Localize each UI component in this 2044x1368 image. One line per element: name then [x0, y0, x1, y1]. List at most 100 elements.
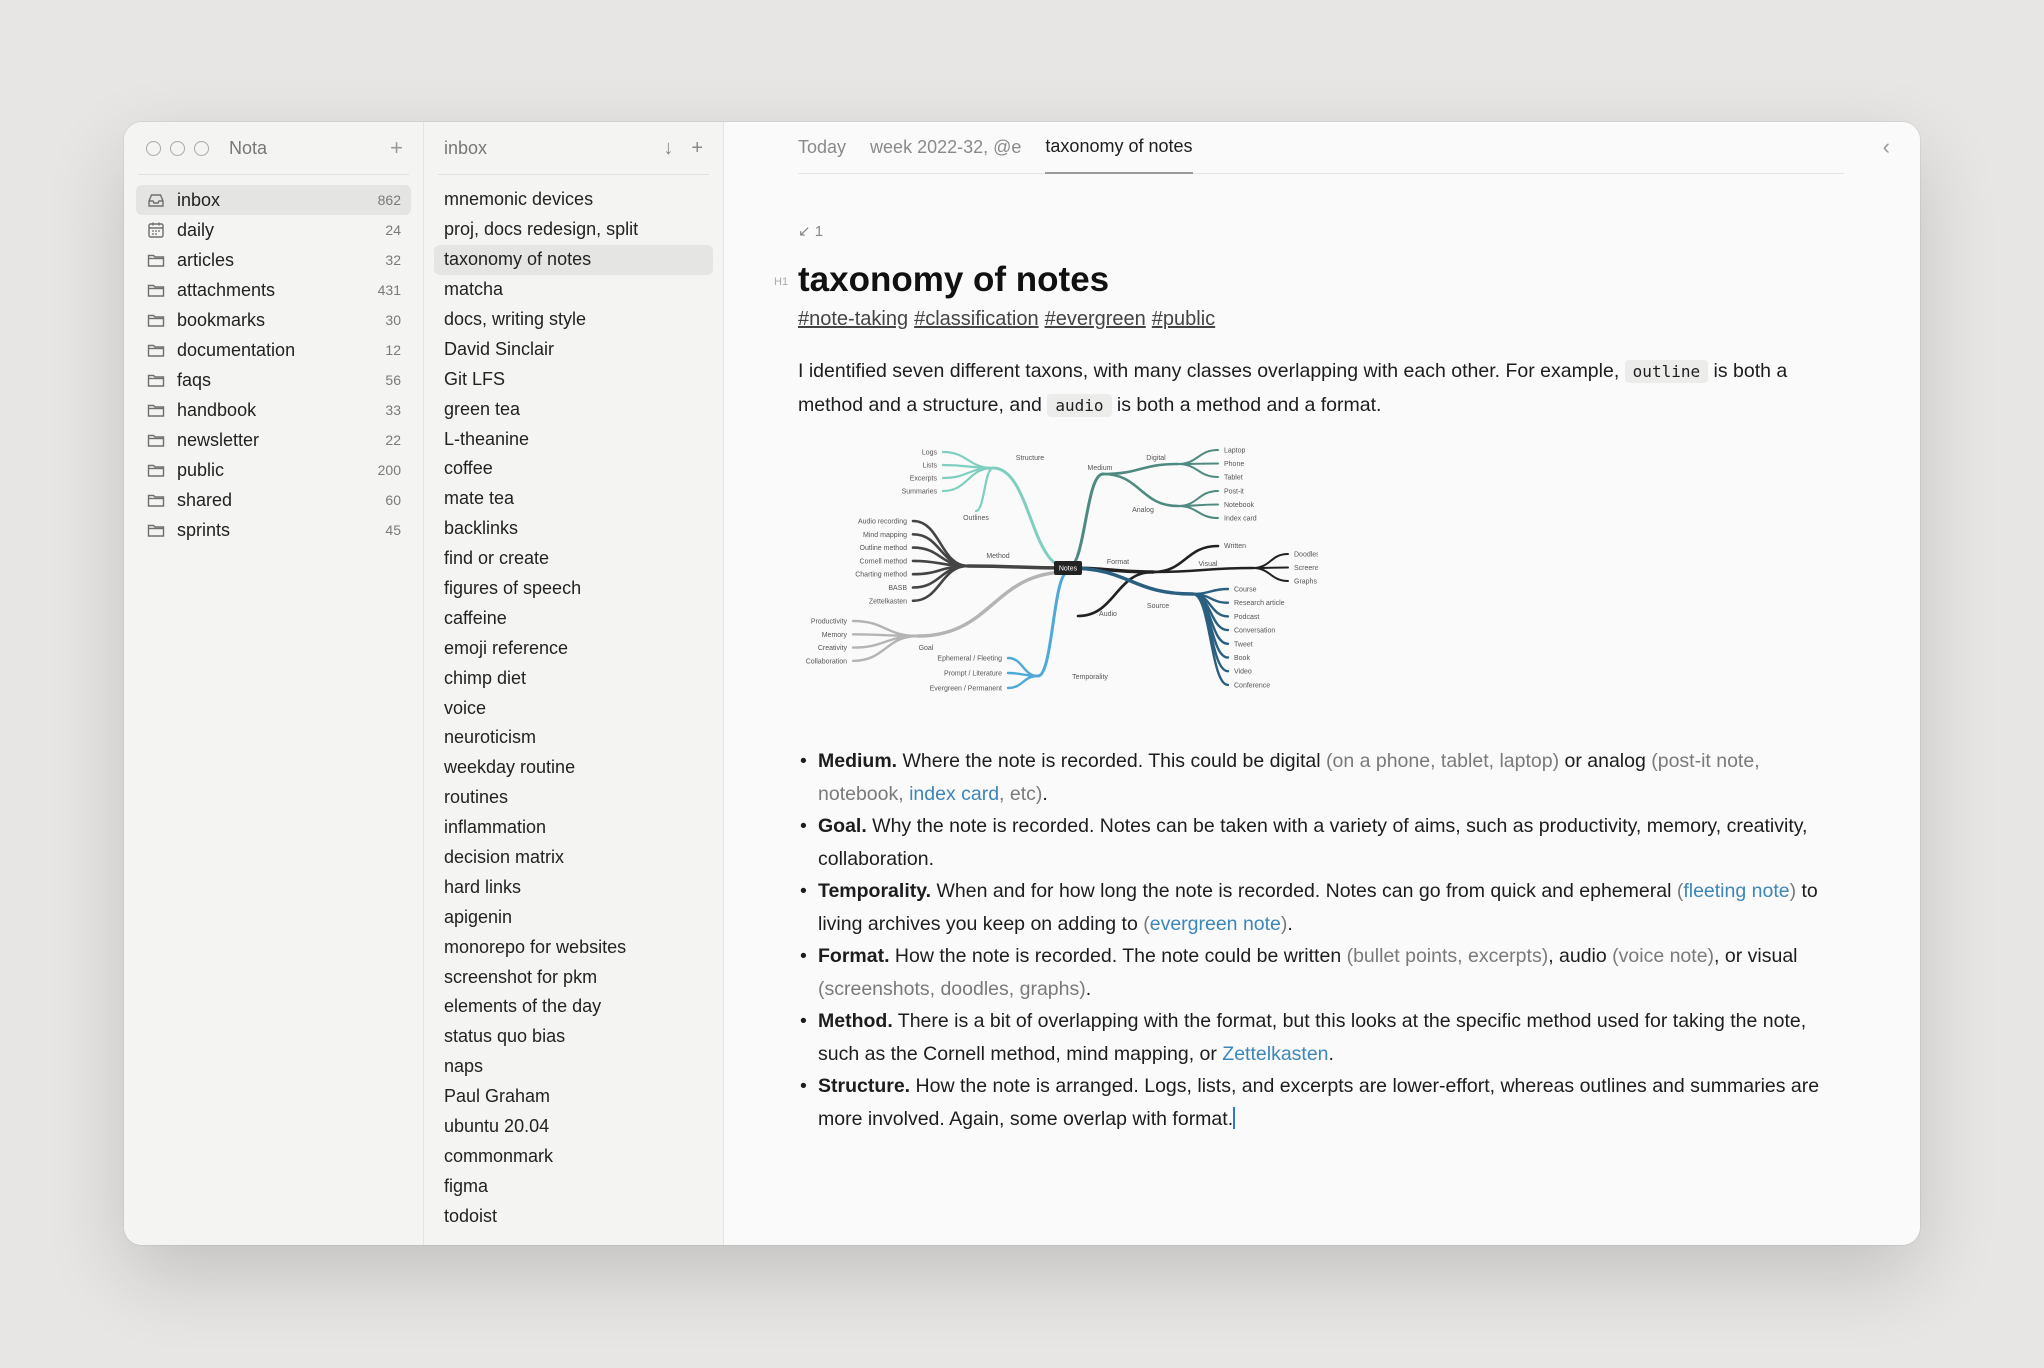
note-list-item[interactable]: monorepo for websites	[434, 932, 713, 962]
sidebar-item-label: sprints	[177, 519, 231, 540]
chevron-left-icon[interactable]: ‹	[1883, 134, 1890, 160]
note-list-item[interactable]: routines	[434, 783, 713, 813]
mindmap-node-label: Visual	[1199, 561, 1218, 568]
sidebar-item-attachments[interactable]: attachments 431	[136, 275, 411, 305]
tab-week-2022-32-e[interactable]: week 2022-32, @e	[870, 122, 1021, 174]
tag-link[interactable]: #evergreen	[1045, 308, 1146, 330]
folder-icon	[146, 280, 177, 300]
add-note-button[interactable]: +	[691, 137, 703, 160]
note-list-item[interactable]: voice	[434, 693, 713, 723]
tab-today[interactable]: Today	[798, 122, 846, 174]
tag-link[interactable]: #classification	[914, 308, 1039, 330]
minimize-window-button[interactable]	[170, 140, 185, 156]
add-folder-button[interactable]: +	[390, 137, 403, 159]
sidebar-item-handbook[interactable]: handbook 33	[136, 395, 411, 425]
mindmap-branch	[851, 634, 920, 663]
note-list-item[interactable]: ubuntu 20.04	[434, 1112, 713, 1142]
sidebar-item-inbox[interactable]: inbox 862	[136, 185, 411, 215]
note-list-item[interactable]: apigenin	[434, 902, 713, 932]
mindmap-leaf-label: Audio recording	[858, 519, 907, 526]
note-list-item[interactable]: screenshot for pkm	[434, 962, 713, 992]
note-list-item[interactable]: green tea	[434, 394, 713, 424]
note-list-item[interactable]: backlinks	[434, 514, 713, 544]
taxonomy-bullet-list: Medium. Where the note is recorded. This…	[798, 745, 1848, 1135]
note-list-item[interactable]: mnemonic devices	[434, 185, 713, 215]
sidebar-item-daily[interactable]: daily 24	[136, 215, 411, 245]
muted-text: (screenshots, doodles, graphs)	[818, 977, 1086, 1000]
note-list-item[interactable]: figma	[434, 1171, 713, 1201]
mindmap-leaf-label: Graphs	[1294, 579, 1317, 586]
note-list-item[interactable]: Paul Graham	[434, 1082, 713, 1112]
note-list-item[interactable]: inflammation	[434, 813, 713, 843]
note-list-item[interactable]: taxonomy of notes	[434, 244, 713, 275]
note-list-item[interactable]: status quo bias	[434, 1022, 713, 1052]
folder-list: inbox 862 daily 24 articles 32 attachments 431 b…	[124, 175, 423, 555]
sidebar-item-label: faqs	[177, 369, 212, 390]
wiki-link[interactable]: fleeting note	[1683, 880, 1789, 902]
wiki-link[interactable]: index card	[909, 783, 999, 805]
sidebar-item-sprints[interactable]: sprints 45	[136, 515, 411, 545]
note-list-item[interactable]: L-theanine	[434, 424, 713, 454]
note-list-item[interactable]: weekday routine	[434, 753, 713, 783]
note-list-item[interactable]: find or create	[434, 544, 713, 574]
note-list-item[interactable]: mate tea	[434, 484, 713, 514]
sidebar-item-faqs[interactable]: faqs 56	[136, 365, 411, 395]
inline-code-audio: audio	[1047, 393, 1112, 417]
tag-link[interactable]: #public	[1152, 308, 1215, 330]
tag-list: #note-taking #classification #evergreen #pu…	[798, 308, 1848, 331]
mindmap-leaf-label: Productivity	[811, 619, 848, 626]
bullet-term: Method.	[818, 1010, 893, 1032]
bullet-text: Where the note is recorded. This could b…	[897, 750, 1326, 772]
mindmap-leaf-label: Outline method	[860, 545, 908, 552]
sort-down-icon[interactable]: ↓	[663, 137, 673, 160]
backlinks-count[interactable]: ↙ 1	[798, 222, 1848, 244]
note-list-item[interactable]: naps	[434, 1052, 713, 1082]
note-content[interactable]: ↙ 1 H1 taxonomy of notes #note-taking #cl…	[774, 222, 1848, 1135]
note-list-item[interactable]: todoist	[434, 1201, 713, 1231]
bullet-item: Goal. Why the note is recorded. Notes ca…	[800, 810, 1848, 875]
note-list-item[interactable]: figures of speech	[434, 574, 713, 604]
note-list-item[interactable]: decision matrix	[434, 843, 713, 873]
mindmap-node-label: Medium	[1088, 465, 1113, 472]
mindmap-leaf-label: Creativity	[818, 645, 848, 652]
note-list-item[interactable]: caffeine	[434, 603, 713, 633]
note-list-item[interactable]: docs, writing style	[434, 305, 713, 335]
note-list-item[interactable]: proj, docs redesign, split	[434, 215, 713, 245]
sidebar-item-shared[interactable]: shared 60	[136, 485, 411, 515]
sidebar-item-documentation[interactable]: documentation 12	[136, 335, 411, 365]
note-list-item[interactable]: elements of the day	[434, 992, 713, 1022]
intro-paragraph[interactable]: I identified seven different taxons, wit…	[798, 355, 1848, 422]
bullet-term: Temporality.	[818, 880, 932, 902]
tag-link[interactable]: #note-taking	[798, 308, 908, 330]
wiki-link[interactable]: Zettelkasten	[1222, 1043, 1328, 1065]
wiki-link[interactable]: evergreen note	[1150, 913, 1281, 935]
mindmap-leaf-label: Outlines	[963, 515, 989, 522]
note-list-item[interactable]: David Sinclair	[434, 334, 713, 364]
note-list-item[interactable]: chimp diet	[434, 663, 713, 693]
note-list-item[interactable]: neuroticism	[434, 723, 713, 753]
mindmap-leaf-label: Conversation	[1234, 628, 1275, 635]
mindmap-leaf-label: Collaboration	[806, 658, 847, 665]
zoom-window-button[interactable]	[194, 140, 209, 156]
note-list-item[interactable]: emoji reference	[434, 633, 713, 663]
mindmap-branch	[1006, 674, 1040, 690]
note-list-item[interactable]: Git LFS	[434, 364, 713, 394]
mindmap-branch-audio	[1076, 570, 1155, 618]
note-title[interactable]: taxonomy of notes	[798, 254, 1848, 306]
sidebar-item-articles[interactable]: articles 32	[136, 245, 411, 275]
intro-text-3: is both a method and a format.	[1111, 393, 1382, 416]
sidebar-item-newsletter[interactable]: newsletter 22	[136, 425, 411, 455]
mindmap-leaf-label: Podcast	[1234, 614, 1259, 621]
note-list-item[interactable]: coffee	[434, 454, 713, 484]
mindmap-node-label: Format	[1107, 559, 1129, 566]
close-window-button[interactable]	[146, 140, 161, 156]
sidebar-item-count: 862	[377, 192, 401, 208]
sidebar-item-public[interactable]: public 200	[136, 455, 411, 485]
note-list-item[interactable]: hard links	[434, 872, 713, 902]
note-list-item[interactable]: commonmark	[434, 1142, 713, 1172]
sidebar-item-bookmarks[interactable]: bookmarks 30	[136, 305, 411, 335]
tab-taxonomy-of-notes[interactable]: taxonomy of notes	[1045, 122, 1193, 174]
note-list-item[interactable]: matcha	[434, 275, 713, 305]
window-controls	[146, 140, 209, 156]
mindmap-leaf-label: Memory	[822, 632, 848, 639]
